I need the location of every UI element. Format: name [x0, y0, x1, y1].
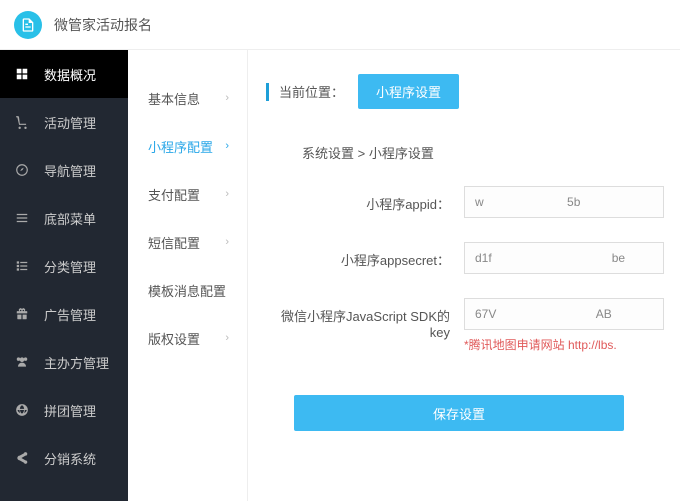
- cart-icon: [14, 115, 30, 129]
- gift-icon: [14, 307, 30, 321]
- dashboard-icon: [14, 67, 30, 81]
- subnav-label: 小程序配置: [148, 137, 213, 156]
- sidebar-item-activity[interactable]: 活动管理: [0, 98, 128, 146]
- sidebar-item-bottom-menu[interactable]: 底部菜单: [0, 194, 128, 242]
- location-button[interactable]: 小程序设置: [358, 74, 459, 109]
- compass-icon: [14, 163, 30, 177]
- subnav-payment[interactable]: 支付配置 ›: [128, 170, 247, 218]
- sidebar-item-dashboard[interactable]: 数据概况: [0, 50, 128, 98]
- form-row-appid: 小程序appid：: [266, 186, 680, 218]
- users-icon: [14, 355, 30, 369]
- subnav-sms[interactable]: 短信配置 ›: [128, 218, 247, 266]
- subnav: 基本信息 › 小程序配置 › 支付配置 › 短信配置 › 模板消息配置 版权设置…: [128, 50, 248, 501]
- sdkkey-label: 微信小程序JavaScript SDK的key: [274, 298, 464, 340]
- save-button[interactable]: 保存设置: [294, 395, 624, 431]
- appid-input[interactable]: [464, 186, 664, 218]
- sidebar-item-group-buy[interactable]: 拼团管理: [0, 386, 128, 434]
- chevron-right-icon: ›: [225, 92, 229, 104]
- chevron-right-icon: ›: [225, 236, 229, 248]
- location-row: 当前位置： 小程序设置: [266, 74, 680, 109]
- list-icon: [14, 259, 30, 273]
- form-row-sdkkey: 微信小程序JavaScript SDK的key *腾讯地图申请网站 http:/…: [266, 298, 680, 353]
- secret-label: 小程序appsecret：: [274, 242, 464, 269]
- header: 微管家活动报名: [0, 0, 680, 50]
- main-panel: 当前位置： 小程序设置 系统设置 > 小程序设置 小程序appid： 小程序ap…: [248, 50, 680, 501]
- subnav-label: 支付配置: [148, 185, 200, 204]
- sidebar-item-label: 活动管理: [44, 113, 96, 132]
- menu-icon: [14, 211, 30, 225]
- sidebar: 数据概况 活动管理 导航管理 底部菜单 分类管理 广告管理 主办方管理 拼团管: [0, 50, 128, 501]
- subnav-basic[interactable]: 基本信息 ›: [128, 74, 247, 122]
- chevron-right-icon: ›: [225, 188, 229, 200]
- sidebar-item-ads[interactable]: 广告管理: [0, 290, 128, 338]
- subnav-copyright[interactable]: 版权设置 ›: [128, 314, 247, 362]
- location-label: 当前位置：: [279, 82, 344, 101]
- sidebar-item-category[interactable]: 分类管理: [0, 242, 128, 290]
- sidebar-item-label: 导航管理: [44, 161, 96, 180]
- subnav-miniprogram[interactable]: 小程序配置 ›: [128, 122, 247, 170]
- form-row-secret: 小程序appsecret：: [266, 242, 680, 274]
- sidebar-item-label: 拼团管理: [44, 401, 96, 420]
- location-bar-icon: [266, 83, 269, 101]
- sidebar-item-label: 主办方管理: [44, 353, 109, 372]
- share-icon: [14, 451, 30, 465]
- sdkkey-input[interactable]: [464, 298, 664, 330]
- sdkkey-hint: *腾讯地图申请网站 http://lbs.: [464, 336, 680, 353]
- app-title: 微管家活动报名: [54, 15, 152, 35]
- subnav-template[interactable]: 模板消息配置: [128, 266, 247, 314]
- globe-icon: [14, 403, 30, 417]
- subnav-label: 基本信息: [148, 89, 200, 108]
- subnav-label: 模板消息配置: [148, 281, 226, 300]
- sidebar-item-label: 分销系统: [44, 449, 96, 468]
- chevron-right-icon: ›: [225, 332, 229, 344]
- sidebar-item-label: 底部菜单: [44, 209, 96, 228]
- secret-input[interactable]: [464, 242, 664, 274]
- appid-label: 小程序appid：: [274, 186, 464, 213]
- sidebar-item-nav[interactable]: 导航管理: [0, 146, 128, 194]
- sidebar-item-distribution[interactable]: 分销系统: [0, 434, 128, 482]
- subnav-label: 短信配置: [148, 233, 200, 252]
- sidebar-item-organizer[interactable]: 主办方管理: [0, 338, 128, 386]
- subnav-label: 版权设置: [148, 329, 200, 348]
- sidebar-item-label: 分类管理: [44, 257, 96, 276]
- breadcrumb: 系统设置 > 小程序设置: [266, 129, 680, 186]
- sidebar-item-label: 数据概况: [44, 65, 96, 84]
- logo-icon: [14, 11, 42, 39]
- sidebar-item-label: 广告管理: [44, 305, 96, 324]
- chevron-right-icon: ›: [225, 140, 229, 152]
